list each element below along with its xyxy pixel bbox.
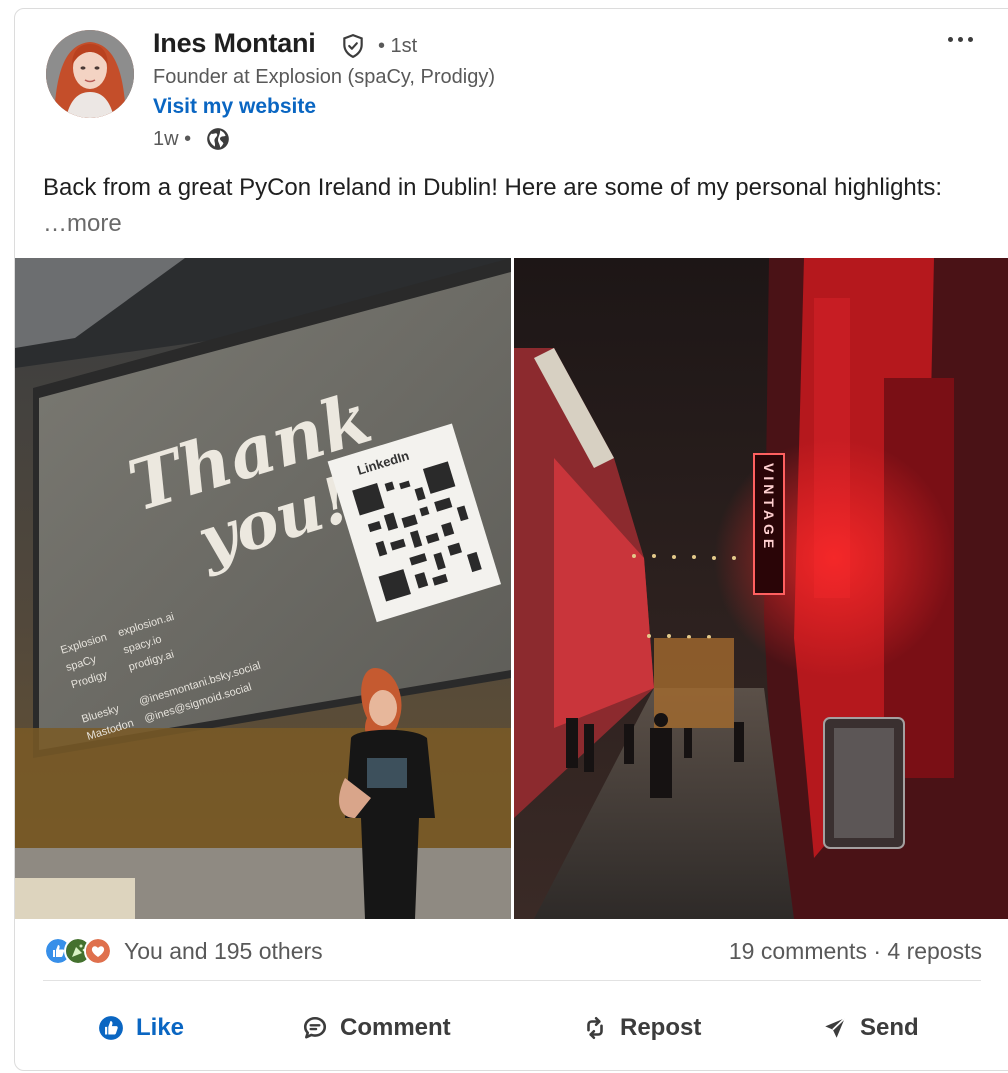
visit-website-link[interactable]: Visit my website xyxy=(153,95,316,119)
post-timestamp: 1w • xyxy=(153,128,192,150)
connection-degree: • 1st xyxy=(378,35,418,57)
post-photo-talk[interactable]: Thank you! LinkedIn Explosion explosion.… xyxy=(15,258,511,919)
repost-icon xyxy=(587,1016,603,1040)
see-more-link[interactable]: …more xyxy=(43,210,122,237)
more-options-icon[interactable] xyxy=(940,24,980,54)
repost-label: Repost xyxy=(620,1014,702,1041)
post-photo-street[interactable]: VINTAGE xyxy=(514,258,1008,919)
author-avatar[interactable] xyxy=(46,30,134,118)
send-icon xyxy=(825,1017,846,1038)
verified-badge-icon xyxy=(343,34,363,59)
like-icon xyxy=(99,1016,123,1040)
like-button[interactable]: Like xyxy=(98,1008,184,1048)
divider xyxy=(43,980,981,981)
comment-icon xyxy=(303,1016,327,1039)
send-button[interactable]: Send xyxy=(822,1008,919,1048)
repost-button[interactable]: Repost xyxy=(582,1008,701,1048)
globe-icon xyxy=(207,128,229,150)
reactions-summary[interactable]: You and 195 others xyxy=(124,938,323,965)
post-body: Back from a great PyCon Ireland in Dubli… xyxy=(43,174,943,201)
comments-reposts-count[interactable]: 19 comments · 4 reposts xyxy=(729,938,982,965)
author-headline: Founder at Explosion (spaCy, Prodigy) xyxy=(153,66,496,88)
vintage-sign: VINTAGE xyxy=(761,463,777,552)
comment-button[interactable]: Comment xyxy=(302,1008,451,1048)
like-label: Like xyxy=(136,1014,185,1041)
comment-label: Comment xyxy=(340,1014,451,1041)
post-text: Back from a great PyCon Ireland in Dubli… xyxy=(43,170,963,242)
love-reaction-icon xyxy=(84,937,112,965)
author-name[interactable]: Ines Montani xyxy=(153,28,316,59)
send-label: Send xyxy=(860,1014,919,1041)
